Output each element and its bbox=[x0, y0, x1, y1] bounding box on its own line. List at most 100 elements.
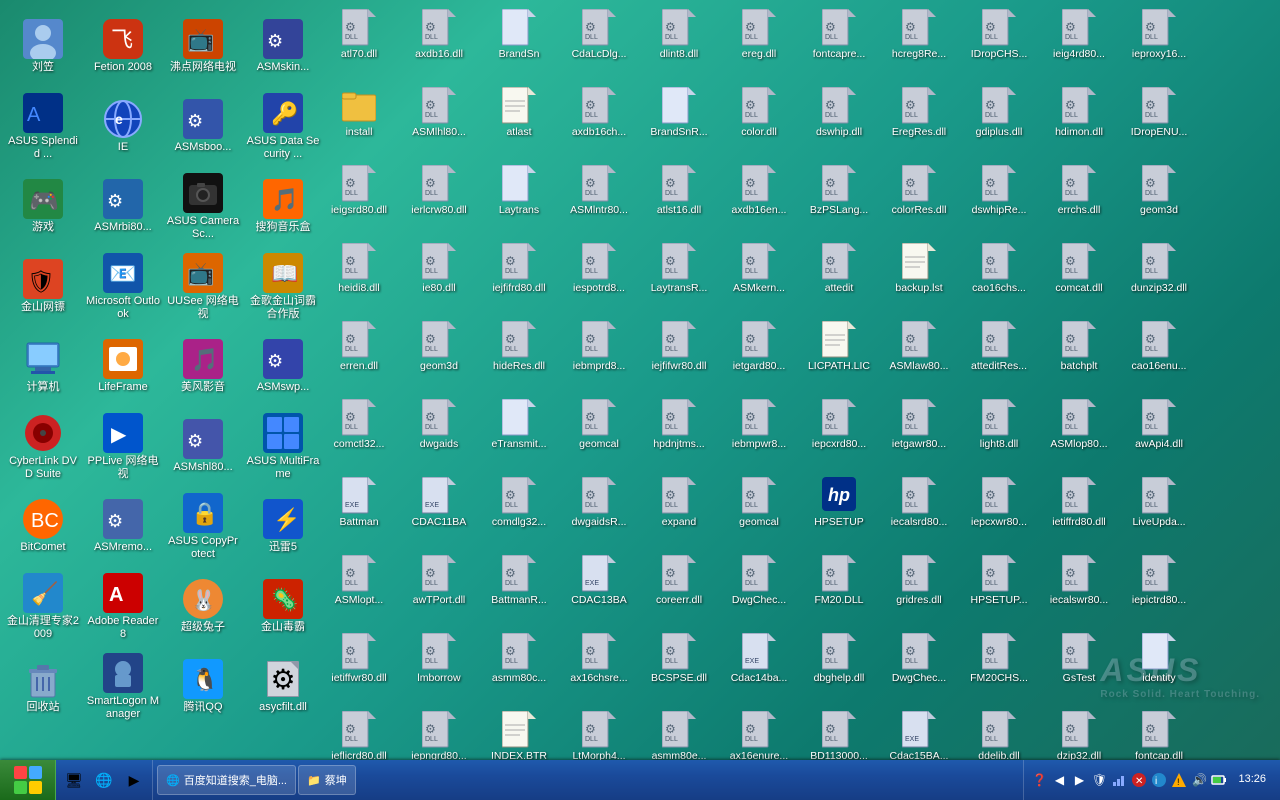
file-icon-cdac14ba---[interactable]: EXE Cdac14ba... bbox=[719, 628, 799, 706]
file-icon-ietgawr80---[interactable]: DLL ⚙ ietgawr80... bbox=[879, 394, 959, 472]
file-icon-iepcxrd80---[interactable]: DLL ⚙ iepcxrd80... bbox=[799, 394, 879, 472]
file-icon-battman[interactable]: EXE Battman bbox=[319, 472, 399, 550]
file-icon-fm20chs---[interactable]: DLL ⚙ FM20CHS... bbox=[959, 628, 1039, 706]
desktop-icon-liuyi[interactable]: 刘笠 bbox=[4, 8, 82, 86]
expand-quick-launch[interactable]: ▶ bbox=[120, 766, 148, 794]
file-icon-ietiffwr80-dll[interactable]: DLL ⚙ ietiffwr80.dll bbox=[319, 628, 399, 706]
file-icon-attedit[interactable]: DLL ⚙ attedit bbox=[799, 238, 879, 316]
file-icon-cdac13ba[interactable]: EXE CDAC13BA bbox=[559, 550, 639, 628]
file-icon-light8-dll[interactable]: DLL ⚙ light8.dll bbox=[959, 394, 1039, 472]
file-icon-battmanr---[interactable]: DLL ⚙ BattmanR... bbox=[479, 550, 559, 628]
desktop-icon-meifeng[interactable]: 🎵 美风影音 bbox=[164, 328, 242, 406]
file-icon-hcreg8re---[interactable]: DLL ⚙ hcreg8Re... bbox=[879, 4, 959, 82]
desktop-icon-adobe-reader[interactable]: A Adobe Reader 8 bbox=[84, 568, 162, 646]
file-icon-awapi4-dll[interactable]: DLL ⚙ awApi4.dll bbox=[1119, 394, 1199, 472]
file-icon-index-btr[interactable]: INDEX.BTR bbox=[479, 706, 559, 760]
desktop-icon-cyberlink[interactable]: CyberLink DVD Suite bbox=[4, 408, 82, 486]
file-icon-iejfifwr80-dll[interactable]: DLL ⚙ iejfifwr80.dll bbox=[639, 316, 719, 394]
file-icon-backup-lst[interactable]: backup.lst bbox=[879, 238, 959, 316]
file-icon-iepictrd80---[interactable]: DLL ⚙ iepictrd80... bbox=[1119, 550, 1199, 628]
file-icon-cdalcdlg---[interactable]: DLL ⚙ CdaLcDlg... bbox=[559, 4, 639, 82]
file-icon-lmborrow[interactable]: DLL ⚙ lmborrow bbox=[399, 628, 479, 706]
file-icon-dswhipre---[interactable]: DLL ⚙ dswhipRe... bbox=[959, 160, 1039, 238]
file-icon-iecalswr80---[interactable]: DLL ⚙ iecalswr80... bbox=[1039, 550, 1119, 628]
desktop-icon-jinshan-wudu[interactable]: 🦠 金山毒霸 bbox=[244, 568, 322, 646]
desktop-icon-chaoji-tuzi[interactable]: 🐰 超级兔子 bbox=[164, 568, 242, 646]
file-icon-dwgaidsr---[interactable]: DLL ⚙ dwgaidsR... bbox=[559, 472, 639, 550]
file-icon-asmlaw80---[interactable]: DLL ⚙ ASMlaw80... bbox=[879, 316, 959, 394]
desktop-icon-asmskin[interactable]: ⚙ ASMskin... bbox=[244, 8, 322, 86]
file-icon-asmlhl80---[interactable]: DLL ⚙ ASMlhl80... bbox=[399, 82, 479, 160]
desktop-icon-jinshan-wangbiao[interactable]: 🛡 金山网镖 bbox=[4, 248, 82, 326]
file-icon-install[interactable]: install bbox=[319, 82, 399, 160]
file-icon-geomcal[interactable]: DLL ⚙ geomcal bbox=[719, 472, 799, 550]
file-icon-hpsetup---[interactable]: DLL ⚙ HPSETUP... bbox=[959, 550, 1039, 628]
desktop-icon-ie[interactable]: e IE bbox=[84, 88, 162, 166]
desktop-icon-sougou-music[interactable]: 🎵 搜狗音乐盒 bbox=[244, 168, 322, 246]
file-icon-heidi8-dll[interactable]: DLL ⚙ heidi8.dll bbox=[319, 238, 399, 316]
file-icon-atlst16-dll[interactable]: DLL ⚙ atlst16.dll bbox=[639, 160, 719, 238]
desktop-icon-asus-copyprotect[interactable]: 🔒 ASUS CopyProtect bbox=[164, 488, 242, 566]
file-icon-ieproxy16---[interactable]: DLL ⚙ ieproxy16... bbox=[1119, 4, 1199, 82]
desktop-icon-jinshan-qingli[interactable]: 🧹 金山清理专家2009 bbox=[4, 568, 82, 646]
file-icon-gdiplus-dll[interactable]: DLL ⚙ gdiplus.dll bbox=[959, 82, 1039, 160]
file-icon-hpsetup[interactable]: hp HPSETUP bbox=[799, 472, 879, 550]
file-icon-brandsnr---[interactable]: BrandSnR... bbox=[639, 82, 719, 160]
file-icon-cdac11ba[interactable]: EXE CDAC11BA bbox=[399, 472, 479, 550]
file-icon-idropenu---[interactable]: DLL ⚙ IDropENU... bbox=[1119, 82, 1199, 160]
file-icon-fontcap-dll[interactable]: DLL ⚙ fontcap.dll bbox=[1119, 706, 1199, 760]
tray-icon-arrow-right[interactable]: ▶ bbox=[1070, 771, 1088, 789]
file-icon-ax16enure---[interactable]: DLL ⚙ ax16enure... bbox=[719, 706, 799, 760]
desktop-icon-jinge[interactable]: 📖 金歌金山词霸合作版 bbox=[244, 248, 322, 326]
file-icon-dwgchec---[interactable]: DLL ⚙ DwgChec... bbox=[879, 628, 959, 706]
file-icon-gstest[interactable]: DLL ⚙ GsTest bbox=[1039, 628, 1119, 706]
start-button[interactable] bbox=[0, 760, 56, 800]
desktop-icon-computer[interactable]: 计算机 bbox=[4, 328, 82, 406]
taskbar-item-baidu[interactable]: 🌐 百度知道搜索_电脑... bbox=[157, 765, 296, 795]
file-icon-ieig4rd80---[interactable]: DLL ⚙ ieig4rd80... bbox=[1039, 4, 1119, 82]
desktop-icon-recyclebin[interactable]: 回收站 bbox=[4, 648, 82, 726]
file-icon-comdlg32---[interactable]: DLL ⚙ comdlg32... bbox=[479, 472, 559, 550]
tray-icon-help[interactable]: ❓ bbox=[1030, 771, 1048, 789]
file-icon-dswhip-dll[interactable]: DLL ⚙ dswhip.dll bbox=[799, 82, 879, 160]
file-icon-iespotrd8---[interactable]: DLL ⚙ iespotrd8... bbox=[559, 238, 639, 316]
file-icon-ietiffrd80-dll[interactable]: DLL ⚙ ietiffrd80.dll bbox=[1039, 472, 1119, 550]
file-icon-comcat-dll[interactable]: DLL ⚙ comcat.dll bbox=[1039, 238, 1119, 316]
file-icon-ddelib-dll[interactable]: DLL ⚙ ddelib.dll bbox=[959, 706, 1039, 760]
desktop-icon-asycfilt[interactable]: ⚙ asycfilt.dll bbox=[244, 648, 322, 726]
file-icon-erren-dll[interactable]: DLL ⚙ erren.dll bbox=[319, 316, 399, 394]
file-icon-iejfifrd80-dll[interactable]: DLL ⚙ iejfifrd80.dll bbox=[479, 238, 559, 316]
file-icon-cdac15ba---[interactable]: EXE Cdac15BA... bbox=[879, 706, 959, 760]
file-icon-ieigsrd80-dll[interactable]: DLL ⚙ ieigsrd80.dll bbox=[319, 160, 399, 238]
file-icon-asmlopt---[interactable]: DLL ⚙ ASMlopt... bbox=[319, 550, 399, 628]
tray-icon-battery[interactable] bbox=[1210, 771, 1228, 789]
file-icon-iepngrd80---[interactable]: DLL ⚙ iepngrd80... bbox=[399, 706, 479, 760]
desktop-icon-smartlogon[interactable]: SmartLogon Manager bbox=[84, 648, 162, 726]
tray-icon-arrow-left[interactable]: ◀ bbox=[1050, 771, 1068, 789]
file-icon-etransmit---[interactable]: eTransmit... bbox=[479, 394, 559, 472]
file-icon-colorres-dll[interactable]: DLL ⚙ colorRes.dll bbox=[879, 160, 959, 238]
file-icon-geomcal[interactable]: DLL ⚙ geomcal bbox=[559, 394, 639, 472]
file-icon-bcspse-dll[interactable]: DLL ⚙ BCSPSE.dll bbox=[639, 628, 719, 706]
tray-icon-security2[interactable]: i bbox=[1150, 771, 1168, 789]
file-icon-idropchs---[interactable]: DLL ⚙ IDropCHS... bbox=[959, 4, 1039, 82]
tray-icon-volume[interactable]: 🔊 bbox=[1190, 771, 1208, 789]
file-icon-laytrans[interactable]: Laytrans bbox=[479, 160, 559, 238]
file-icon-dlint8-dll[interactable]: DLL ⚙ dlint8.dll bbox=[639, 4, 719, 82]
desktop-icon-asmswp[interactable]: ⚙ ASMswp... bbox=[244, 328, 322, 406]
desktop-icon-uusee[interactable]: 📺 UUSee 网络电视 bbox=[164, 248, 242, 326]
file-icon-laytransr---[interactable]: DLL ⚙ LaytransR... bbox=[639, 238, 719, 316]
desktop-icon-asus-multiframe[interactable]: ASUS MultiFrame bbox=[244, 408, 322, 486]
file-icon-expand[interactable]: DLL ⚙ expand bbox=[639, 472, 719, 550]
file-icon-ie80-dll[interactable]: DLL ⚙ ie80.dll bbox=[399, 238, 479, 316]
file-icon-batchplt[interactable]: DLL ⚙ batchplt bbox=[1039, 316, 1119, 394]
file-icon-ltmorph4---[interactable]: DLL ⚙ LtMorph4... bbox=[559, 706, 639, 760]
file-icon-ieflicrd80-dll[interactable]: DLL ⚙ ieflicrd80.dll bbox=[319, 706, 399, 760]
file-icon-licpath-lic[interactable]: LICPATH.LIC bbox=[799, 316, 879, 394]
file-icon-color-dll[interactable]: DLL ⚙ color.dll bbox=[719, 82, 799, 160]
show-desktop-button[interactable]: 🖥 bbox=[60, 766, 88, 794]
file-icon-dzip32-dll[interactable]: DLL ⚙ dzip32.dll bbox=[1039, 706, 1119, 760]
desktop-icon-asus-splendid[interactable]: A ASUS Splendid ... bbox=[4, 88, 82, 166]
tray-icon-security1[interactable]: ✕ bbox=[1130, 771, 1148, 789]
file-icon-coreerr-dll[interactable]: DLL ⚙ coreerr.dll bbox=[639, 550, 719, 628]
